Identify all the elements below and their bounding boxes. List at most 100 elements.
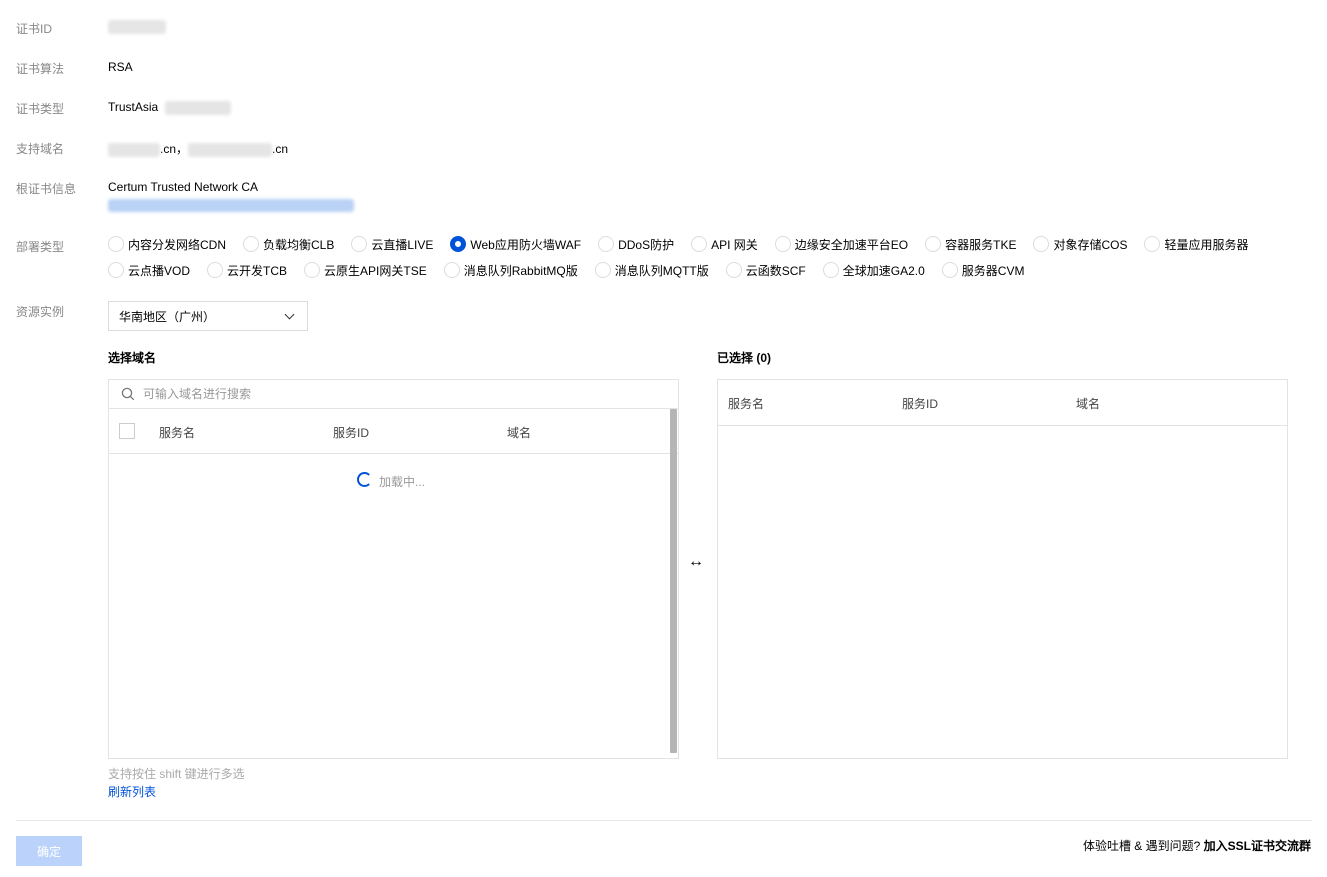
algorithm-value: RSA — [108, 60, 133, 74]
selected-column-service-id: 服务ID — [902, 397, 939, 411]
cert-type-value: TrustAsia — [108, 100, 231, 115]
radio-unchecked-icon[interactable] — [351, 236, 368, 252]
radio-checked-icon[interactable] — [450, 236, 467, 252]
footer-divider — [16, 820, 1312, 821]
loading-text: 加载中... — [379, 475, 426, 489]
radio-option-row2-3[interactable]: 消息队列RabbitMQ版 — [443, 262, 578, 279]
radio-unchecked-icon[interactable] — [941, 262, 958, 278]
radio-option-row2-2[interactable]: 云原生API网关TSE — [304, 262, 427, 279]
radio-option-label: 负载均衡CLB — [263, 237, 335, 252]
radio-option-label: API 网关 — [711, 237, 758, 252]
radio-unchecked-icon[interactable] — [108, 236, 124, 252]
domain-source-panel: 服务名 服务ID 域名 — [108, 379, 679, 759]
root-cert-link[interactable] — [108, 198, 354, 213]
confirm-button[interactable]: 确定 — [16, 836, 82, 866]
radio-option-label: 云点播VOD — [128, 263, 191, 278]
deploy-type-label: 部署类型 — [16, 240, 65, 254]
radio-unchecked-icon[interactable] — [243, 236, 259, 252]
radio-option-label: Web应用防火墙WAF — [470, 237, 582, 252]
redacted-root-link[interactable] — [108, 199, 354, 213]
redacted-domain-1 — [108, 142, 160, 157]
radio-option-label: 云直播LIVE — [371, 237, 434, 252]
radio-option-label: 消息队列MQTT版 — [614, 263, 709, 278]
radio-option-label: 消息队列RabbitMQ版 — [463, 263, 578, 278]
radio-option-row2-0[interactable]: 云点播VOD — [108, 262, 190, 279]
radio-option-row2-1[interactable]: 云开发TCB — [207, 262, 287, 279]
radio-option-label: 内容分发网络CDN — [128, 237, 226, 252]
radio-option-row2-4[interactable]: 消息队列MQTT版 — [594, 262, 709, 279]
domains-value: .cn， .cn — [108, 140, 288, 157]
domain-suffix-2: .cn — [272, 142, 289, 156]
radio-option-row2-7[interactable]: 服务器CVM — [941, 262, 1025, 279]
table-scrollbar[interactable] — [670, 409, 677, 753]
selected-title: 已选择 (0) — [717, 351, 772, 365]
radio-option-row1-2[interactable]: 云直播LIVE — [351, 236, 433, 253]
multi-select-hint: 支持按住 shift 键进行多选 — [108, 767, 245, 781]
radio-option-row2-6[interactable]: 全球加速GA2.0 — [822, 262, 925, 279]
radio-option-row2-5[interactable]: 云函数SCF — [725, 262, 806, 279]
algorithm-label: 证书算法 — [16, 62, 65, 76]
radio-unchecked-icon[interactable] — [207, 262, 224, 278]
radio-option-label: 云函数SCF — [745, 263, 806, 278]
radio-option-label: 对象存储COS — [1053, 237, 1128, 252]
redacted-domain-2 — [188, 142, 273, 157]
join-group-link[interactable]: 加入SSL证书交流群 — [1204, 839, 1311, 853]
cert-id-label: 证书ID — [16, 22, 53, 36]
region-select-value: 华南地区（广州） — [119, 309, 216, 324]
selected-table-header: 服务名 服务ID 域名 — [718, 380, 1287, 426]
search-icon — [121, 387, 135, 401]
radio-option-row1-4[interactable]: DDoS防护 — [598, 236, 674, 253]
radio-option-label: 全球加速GA2.0 — [842, 263, 925, 278]
radio-option-row1-7[interactable]: 容器服务TKE — [925, 236, 1016, 253]
domain-table-header: 服务名 服务ID 域名 — [109, 409, 678, 454]
radio-unchecked-icon[interactable] — [691, 236, 708, 252]
radio-unchecked-icon[interactable] — [304, 262, 321, 278]
select-domain-title: 选择域名 — [108, 351, 157, 365]
radio-option-label: 云开发TCB — [227, 263, 288, 278]
redacted-cert-id — [108, 19, 166, 34]
cert-type-label: 证书类型 — [16, 102, 65, 116]
domain-search-bar[interactable] — [109, 380, 678, 409]
radio-option-row1-8[interactable]: 对象存储COS — [1033, 236, 1127, 253]
radio-unchecked-icon[interactable] — [1033, 236, 1050, 252]
domain-search-input[interactable] — [143, 387, 643, 401]
radio-unchecked-icon[interactable] — [598, 236, 615, 252]
column-domain: 域名 — [507, 426, 532, 440]
radio-unchecked-icon[interactable] — [822, 262, 839, 278]
radio-unchecked-icon[interactable] — [594, 262, 611, 278]
select-all-checkbox[interactable] — [119, 423, 135, 439]
selected-column-service-name: 服务名 — [728, 397, 765, 411]
loading-spinner-icon — [357, 472, 372, 487]
radio-unchecked-icon[interactable] — [774, 236, 791, 252]
radio-option-row1-9[interactable]: 轻量应用服务器 — [1144, 236, 1249, 253]
radio-unchecked-icon[interactable] — [443, 262, 460, 278]
domains-label: 支持域名 — [16, 142, 65, 156]
domain-suffix-1: .cn， — [160, 142, 189, 156]
radio-option-label: 边缘安全加速平台EO — [794, 237, 909, 252]
column-service-name: 服务名 — [159, 426, 196, 440]
feedback-area: 体验吐槽 & 遇到问题? 加入SSL证书交流群 — [1083, 837, 1311, 854]
root-cert-label: 根证书信息 — [16, 182, 77, 196]
chevron-down-icon — [284, 309, 295, 319]
radio-option-label: DDoS防护 — [618, 237, 675, 252]
refresh-list-link[interactable]: 刷新列表 — [108, 783, 156, 800]
deploy-type-row-2: 云点播VOD 云开发TCB 云原生API网关TSE 消息队列RabbitMQ版 消息队列… — [108, 257, 1288, 283]
root-cert-value: Certum Trusted Network CA — [108, 180, 259, 194]
radio-option-row1-3[interactable]: Web应用防火墙WAF — [450, 236, 581, 253]
radio-unchecked-icon[interactable] — [925, 236, 942, 252]
radio-option-row1-5[interactable]: API 网关 — [691, 236, 758, 253]
column-service-id: 服务ID — [333, 426, 370, 440]
resource-instance-label: 资源实例 — [16, 305, 65, 319]
radio-unchecked-icon[interactable] — [725, 262, 742, 278]
radio-option-row1-1[interactable]: 负载均衡CLB — [243, 236, 334, 253]
radio-unchecked-icon[interactable] — [1144, 236, 1161, 252]
radio-option-row1-0[interactable]: 内容分发网络CDN — [108, 236, 226, 253]
radio-option-label: 容器服务TKE — [945, 237, 1017, 252]
radio-option-label: 服务器CVM — [961, 263, 1025, 278]
radio-option-row1-6[interactable]: 边缘安全加速平台EO — [774, 236, 909, 253]
region-select[interactable]: 华南地区（广州） — [108, 301, 308, 331]
radio-unchecked-icon[interactable] — [108, 262, 124, 278]
selected-domains-panel: 服务名 服务ID 域名 — [717, 379, 1288, 759]
redacted-cert-type — [164, 100, 231, 115]
deploy-type-radio-group: 内容分发网络CDN 负载均衡CLB 云直播LIVE Web应用防火墙WAF DDoS防护… — [108, 231, 1288, 283]
